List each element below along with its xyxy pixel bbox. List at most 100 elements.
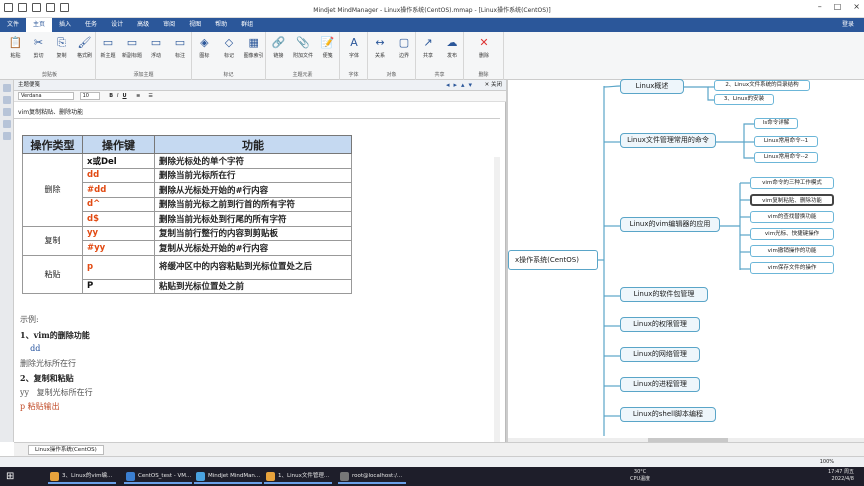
taskbar-item[interactable]: 1、Linux文件管理... — [264, 469, 332, 484]
mindmap-subtopic[interactable]: Linux常用命令--1 — [754, 136, 818, 147]
mindmap-topic[interactable]: Linux的权限管理 — [620, 317, 700, 332]
mindmap-subtopic[interactable]: vim复制粘贴、删除功能 — [750, 194, 834, 206]
taskbar-item[interactable]: Mindjet MindMan... — [194, 469, 262, 484]
ribbon-group: 🔗 链接 📎 附加文件 📝 便笺 主题元素 — [266, 32, 340, 80]
panel-icon[interactable] — [3, 84, 11, 92]
menu-item[interactable]: 视图 — [182, 18, 208, 32]
taskbar-item[interactable]: root@localhost:/... — [338, 469, 406, 484]
notes-nav-arrows[interactable]: ◂▸▴▾ — [446, 80, 476, 91]
ribbon-button[interactable]: ▭ 新副标题 — [121, 36, 143, 59]
ribbon-button[interactable]: ✕ 删除 — [473, 36, 495, 59]
mindmap-subtopic[interactable]: Linux常用命令--2 — [754, 152, 818, 163]
ribbon-button[interactable]: 📎 附加文件 — [292, 36, 314, 59]
ribbon-button-label: 剪切 — [33, 53, 44, 59]
ribbon-button[interactable]: 🔗 链接 — [267, 36, 289, 59]
ribbon-button[interactable]: ▦ 图像索引 — [243, 36, 265, 59]
menu-item[interactable]: 主页 — [26, 18, 53, 32]
menu-item[interactable]: 任务 — [78, 18, 104, 32]
mindmap-subtopic[interactable]: 3、Linux的安装 — [714, 94, 774, 105]
ribbon-button[interactable]: ↗ 共享 — [417, 36, 439, 59]
login-link[interactable]: 登录 — [835, 18, 864, 32]
weather-widget[interactable]: 30°C CPU温度 — [630, 469, 650, 483]
menu-item[interactable]: 群组 — [234, 18, 260, 32]
mindmap-topic[interactable]: Linux的进程管理 — [620, 377, 700, 392]
operation-key-cell: x或Del — [82, 153, 155, 169]
mindmap-topic[interactable]: Linux概述 — [620, 79, 684, 94]
windows-start-icon[interactable]: ⊞ — [6, 471, 17, 482]
align-icon[interactable]: ≡ — [136, 93, 140, 99]
ribbon-button-label: 共享 — [422, 53, 433, 59]
mindmap-canvas[interactable]: x操作系统(CentOS) Linux概述 Linux文件管理常用的命令 Linux… — [508, 79, 864, 442]
menu-item[interactable]: 高级 — [130, 18, 156, 32]
ribbon-button[interactable]: 📋 粘贴 — [5, 36, 27, 59]
font-name-select[interactable]: Verdana — [18, 91, 74, 100]
minimize-icon[interactable]: – — [818, 2, 822, 11]
menu-item[interactable]: 文件 — [0, 18, 26, 32]
ribbon-button[interactable]: ▢ 边界 — [393, 36, 415, 59]
clock-time: 17:47 周五 — [828, 469, 854, 475]
panel-icon[interactable] — [3, 108, 11, 116]
ribbon-button[interactable]: ▭ 标注 — [169, 36, 191, 59]
menu-item[interactable]: 设计 — [104, 18, 130, 32]
mindmap-subtopic[interactable]: 2、Linux文件系统的目录结构 — [714, 80, 810, 91]
ribbon-button[interactable]: 📝 便笺 — [317, 36, 339, 59]
mindmap-topic[interactable]: Linux的vim编辑器的应用 — [620, 217, 720, 232]
menu-item[interactable]: 插入 — [52, 18, 78, 32]
ribbon-button[interactable]: A 字体 — [343, 36, 365, 59]
menu-item[interactable]: 帮助 — [208, 18, 234, 32]
mindmap-topic[interactable]: Linux的软件包管理 — [620, 287, 708, 302]
underline-icon[interactable]: U — [122, 93, 126, 99]
app-icon — [50, 472, 59, 481]
operation-key-cell: p — [82, 255, 155, 280]
italic-icon[interactable]: I — [117, 93, 118, 99]
ribbon-button[interactable]: ▭ 新主题 — [97, 36, 119, 59]
ribbon-button[interactable]: ↔ 关系 — [369, 36, 391, 59]
ribbon-button[interactable]: ✂ 剪切 — [28, 36, 50, 59]
ribbon-button[interactable]: ▭ 浮动 — [145, 36, 167, 59]
panel-icon[interactable] — [3, 120, 11, 128]
ribbon-group: ▭ 新主题 ▭ 新副标题 ▭ 浮动 ▭ 标注 添加主题 — [96, 32, 192, 80]
taskbar-item[interactable]: CentOS_test - VM... — [124, 469, 192, 484]
example-line: 1、vim的删除功能 — [20, 329, 90, 340]
app-icon — [266, 472, 275, 481]
ribbon-button-label: 新副标题 — [121, 53, 142, 59]
bold-icon[interactable]: B — [109, 93, 113, 99]
mindmap-subtopic[interactable]: ls命令详解 — [754, 118, 798, 129]
taskbar-item[interactable]: 3、Linux的vim编... — [48, 469, 116, 484]
mindmap-subtopic[interactable]: vim保存文件的操作 — [750, 262, 834, 274]
notes-close-button[interactable]: ✕ 关闭 — [485, 80, 502, 91]
ribbon-icon: ✕ — [479, 36, 489, 49]
vertical-scrollbar[interactable] — [494, 157, 500, 469]
mindmap-topic[interactable]: Linux的shell脚本编程 — [620, 407, 716, 422]
operation-desc-cell: 删除当前光标之前到行首的所有字符 — [154, 197, 352, 212]
mindmap-topic[interactable]: Linux的网络管理 — [620, 347, 700, 362]
system-clock[interactable]: 17:47 周五 2022/4/8 — [828, 469, 854, 483]
panel-icon[interactable] — [3, 132, 11, 140]
mindmap-subtopic[interactable]: vim撤销操作的功能 — [750, 245, 834, 257]
table-header: 操作类型 — [22, 135, 83, 154]
mindmap-topic[interactable]: Linux文件管理常用的命令 — [620, 133, 716, 148]
menu-item[interactable]: 审阅 — [156, 18, 182, 32]
mindmap-subtopic[interactable]: vim光标、快捷键操作 — [750, 228, 834, 240]
ribbon-icon: ↗ — [423, 36, 433, 49]
app-icon — [126, 472, 135, 481]
maximize-icon[interactable]: □ — [834, 2, 842, 11]
mindmap-subtopic[interactable]: vim的查找替换功能 — [750, 211, 834, 223]
note-document[interactable]: 操作类型 操作键 功能 删除 x或Del 删除光标处的单个字符 dd 删除当前光标所在行… — [14, 118, 500, 469]
ribbon-button[interactable]: ◈ 图标 — [193, 36, 215, 59]
example-line: dd — [20, 344, 41, 353]
central-topic[interactable]: x操作系统(CentOS) — [508, 250, 598, 270]
mindmap-subtopic[interactable]: vim命令的三种工作模式 — [750, 177, 834, 189]
list-icon[interactable]: ☰ — [148, 93, 152, 99]
panel-icon[interactable] — [3, 96, 11, 104]
ribbon-button-label: 标注 — [174, 53, 185, 59]
ribbon-button[interactable]: ⎘ 复制 — [51, 36, 73, 59]
ribbon-button[interactable]: 🖌 格式刷 — [74, 36, 96, 59]
document-tab[interactable]: Linux操作系统(CentOS) — [28, 445, 104, 455]
ribbon-icon: ▦ — [248, 36, 259, 49]
ribbon-button[interactable]: ◇ 标记 — [218, 36, 240, 59]
close-icon[interactable]: × — [853, 2, 860, 11]
ribbon-button[interactable]: ☁ 发布 — [441, 36, 463, 59]
example-line: yy 复制光标所在行 — [20, 387, 93, 397]
font-size-select[interactable]: 10 — [79, 91, 100, 100]
